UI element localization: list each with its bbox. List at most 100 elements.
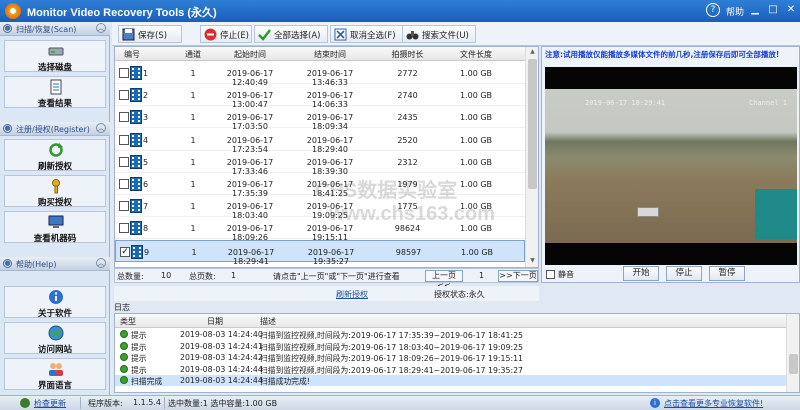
sidebar-section-label: 扫描/恢复(Scan)	[16, 25, 77, 34]
sidebar-item-select-disk[interactable]: 选择磁盘	[4, 40, 106, 73]
computer-icon	[48, 215, 64, 228]
stop-playback-button[interactable]: 停止	[666, 266, 702, 281]
help-menu[interactable]: 帮助	[726, 5, 744, 18]
column-header-start-time[interactable]: 起始时间	[210, 49, 290, 60]
row-checkbox[interactable]	[119, 90, 129, 101]
row-number: 5	[143, 157, 149, 167]
minimize-icon[interactable]: ▁	[748, 3, 762, 17]
column-header-duration[interactable]: 拍摄时长	[370, 49, 445, 60]
sidebar: ● 扫描/恢复(Scan) ︿ 选择磁盘 查看结果 ● 注册/授权(Regist…	[0, 22, 110, 395]
table-row[interactable]: 4 1 2019-06-17 17:23:54 2019-06-17 18:29:40…	[115, 129, 525, 154]
table-row[interactable]: ✓ 9 1 2019-06-17 18:29:41 2019-06-17 19:35:2…	[115, 239, 525, 266]
save-button[interactable]: 保存(S)	[118, 25, 182, 43]
table-scrollbar[interactable]: ▲ ▼	[525, 47, 538, 267]
video-screen[interactable]: 2019-06-17 18:29:41 Channel 1	[545, 67, 797, 265]
video-file-icon	[130, 132, 142, 147]
sidebar-section-help[interactable]: ● 帮助(Help) ︿	[0, 257, 110, 271]
sidebar-item-refresh-license[interactable]: 刷新授权	[4, 139, 106, 172]
log-scrollbar[interactable]	[786, 314, 799, 392]
pager-hint: 请点击"上一页"或"下一页"进行查看	[273, 272, 400, 281]
cell-end: 2019-06-17 19:35:27	[307, 247, 355, 266]
select-all-button[interactable]: 全部选择(A)	[254, 25, 328, 43]
row-checkbox[interactable]	[119, 134, 129, 145]
log-row[interactable]: 扫描完成 2019-08-03 14:24:44 扫描成功完成!	[115, 375, 787, 387]
sidebar-section-scan[interactable]: ● 扫描/恢复(Scan) ︿	[0, 22, 110, 36]
search-files-button[interactable]: 搜索文件(U)	[402, 25, 476, 43]
pause-button[interactable]: 暂停	[709, 266, 745, 281]
log-date: 2019-08-03 14:24:41	[180, 341, 263, 351]
log-column-date[interactable]: 日期	[207, 316, 223, 327]
log-column-type[interactable]: 类型	[120, 316, 136, 327]
row-number: 1	[143, 69, 149, 78]
key-icon	[52, 179, 60, 194]
check-update-link[interactable]: 检查更新	[34, 398, 66, 409]
update-check-icon	[20, 398, 30, 408]
sidebar-item-view-results[interactable]: 查看结果	[4, 76, 106, 109]
previous-page-button[interactable]: 上一页<<	[425, 270, 463, 290]
total-pages-value: 1	[231, 271, 237, 280]
sidebar-item-buy-license[interactable]: 购买授权	[4, 175, 106, 208]
mute-checkbox-box[interactable]	[546, 270, 555, 279]
help-icon[interactable]: ?	[706, 3, 720, 17]
refresh-license-link[interactable]: 刷新授权	[336, 289, 368, 300]
log-row[interactable]: 提示 2019-08-03 14:24:41 扫描到监控视频,时间段为:2019-0…	[115, 341, 787, 352]
cell-duration: 2312	[397, 157, 418, 167]
scroll-up-icon[interactable]: ▲	[528, 48, 537, 57]
status-ok-icon	[120, 376, 128, 385]
maximize-icon[interactable]: □	[766, 3, 780, 17]
next-page-button[interactable]: >>下一页	[498, 270, 538, 282]
row-checkbox[interactable]	[119, 112, 129, 123]
row-checkbox[interactable]	[119, 179, 129, 189]
sidebar-item-language[interactable]: 界面语言	[4, 358, 106, 391]
status-ok-icon	[120, 330, 128, 338]
sidebar-section-register[interactable]: ● 注册/授权(Register) ︿	[0, 122, 110, 136]
sidebar-item-view-machine-code[interactable]: 查看机器码	[4, 211, 106, 244]
sidebar-item-about[interactable]: 关于软件	[4, 286, 106, 319]
table-row[interactable]: 5 1 2019-06-17 17:33:46 2019-06-17 18:39:30…	[115, 151, 525, 176]
close-icon[interactable]: ✕	[784, 3, 798, 17]
more-software-link[interactable]: 点击查看更多专业恢复软件!	[664, 398, 763, 409]
cell-size: 1.00 GB	[459, 135, 493, 145]
cell-size: 1.00 GB	[459, 113, 493, 123]
table-row[interactable]: 2 1 2019-06-17 13:00:47 2019-06-17 14:06:33…	[115, 84, 525, 109]
deselect-all-button-label: 取消全选(F)	[350, 31, 396, 41]
video-osd-timestamp: 2019-06-17 18:29:41	[585, 99, 666, 107]
table-header: 编号 通道 起始时间 结束时间 拍摄时长 文件长度	[115, 47, 525, 61]
mute-checkbox[interactable]: 静音	[546, 269, 574, 280]
column-header-file-size[interactable]: 文件长度	[440, 49, 512, 60]
log-row[interactable]: 提示 2019-08-03 14:24:40 扫描到监控视频,时间段为:2019-0…	[115, 329, 787, 340]
deselect-all-button[interactable]: 取消全选(F)	[330, 25, 404, 43]
chevron-up-icon[interactable]: ︿	[96, 258, 106, 268]
log-column-description[interactable]: 描述	[260, 316, 276, 327]
sidebar-section-label: 帮助(Help)	[16, 260, 57, 269]
current-page: 1	[479, 271, 485, 280]
row-checkbox[interactable]: ✓	[120, 246, 130, 257]
row-checkbox[interactable]	[119, 201, 129, 212]
column-header-end-time[interactable]: 结束时间	[290, 49, 370, 60]
log-type: 扫描完成	[131, 377, 163, 387]
log-row[interactable]: 提示 2019-08-03 14:24:44 扫描到监控视频,时间段为:2019-0…	[115, 364, 787, 375]
video-file-icon	[130, 221, 142, 236]
table-row[interactable]: 1 1 2019-06-17 12:40:49 2019-06-17 13:46:33…	[115, 62, 525, 87]
total-count-value: 10	[161, 271, 172, 280]
scrollbar-thumb[interactable]	[528, 59, 537, 189]
log-scrollbar-thumb[interactable]	[789, 354, 798, 374]
row-checkbox[interactable]	[119, 156, 129, 167]
chevron-up-icon[interactable]: ︿	[96, 123, 106, 133]
sidebar-item-visit-website[interactable]: 访问网站	[4, 322, 106, 355]
scroll-down-icon[interactable]: ▼	[528, 257, 537, 266]
log-header: 类型 日期 描述	[115, 314, 787, 328]
status-ok-icon	[120, 364, 128, 373]
log-date: 2019-08-03 14:24:44	[180, 376, 263, 386]
chevron-up-icon[interactable]: ︿	[96, 23, 106, 33]
table-row[interactable]: 3 1 2019-06-17 17:03:50 2019-06-17 18:09:34…	[115, 106, 525, 131]
stop-button[interactable]: 停止(E)	[200, 25, 252, 43]
log-row[interactable]: 提示 2019-08-03 14:24:42 扫描到监控视频,时间段为:2019-0…	[115, 352, 787, 363]
column-header-number[interactable]: 编号	[117, 49, 147, 60]
row-checkbox[interactable]	[119, 223, 129, 234]
row-number: 8	[143, 224, 149, 234]
play-button[interactable]: 开始	[623, 266, 659, 281]
row-checkbox[interactable]	[119, 68, 129, 78]
cell-size: 1.00 GB	[460, 247, 494, 257]
sidebar-item-label: 查看机器码	[33, 234, 77, 244]
